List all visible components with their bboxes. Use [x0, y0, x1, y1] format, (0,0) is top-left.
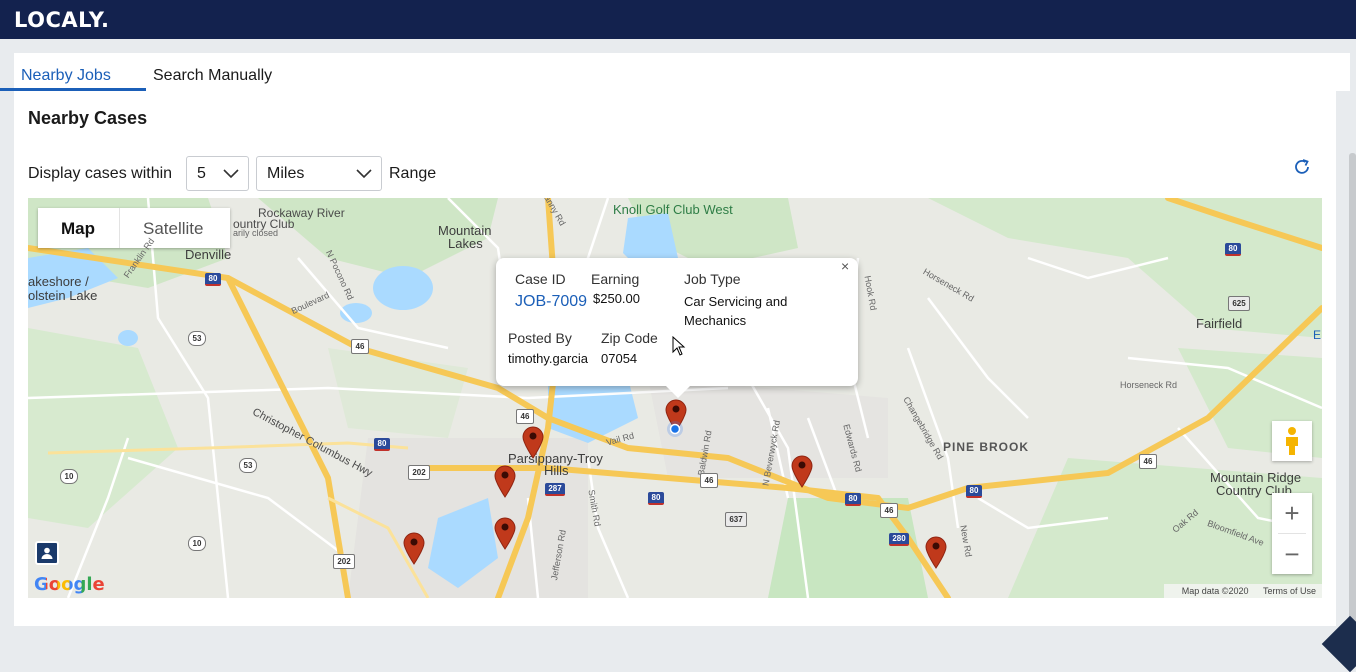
state-route-shield: 10: [188, 536, 206, 551]
us-route-shield: 46: [880, 503, 898, 518]
map-type-satellite-button[interactable]: Satellite: [143, 219, 203, 239]
map-label-fairfield: Fairfield: [1196, 316, 1243, 331]
us-route-shield: 46: [351, 339, 369, 354]
us-route-shield: 46: [1139, 454, 1157, 469]
county-route-shield: 625: [1228, 296, 1250, 311]
chevron-down-icon: [223, 169, 239, 179]
case-pin[interactable]: [521, 425, 545, 459]
main-panel: Nearby Jobs Search Manually Nearby Cases…: [0, 53, 1350, 626]
map-label-knoll-golf: Knoll Golf Club West: [613, 202, 733, 217]
refresh-icon[interactable]: [1292, 157, 1312, 177]
brand-logo: LOCALY.: [14, 8, 110, 32]
street-view-pegman[interactable]: [1272, 421, 1312, 461]
close-icon[interactable]: ×: [841, 259, 855, 273]
interstate-shield: 80: [845, 493, 861, 506]
map-label-temp-closed: arily closed: [233, 228, 279, 238]
map-label-mountain-lakes-2: Lakes: [448, 236, 483, 251]
interstate-shield: 80: [374, 438, 390, 451]
chevron-down-icon: [356, 169, 372, 179]
zip-code-value: 07054: [601, 351, 638, 366]
posted-by-label: Posted By: [508, 330, 572, 346]
pegman-icon: [1286, 427, 1298, 455]
job-type-label: Job Type: [684, 271, 741, 287]
case-pin[interactable]: [924, 535, 948, 569]
tab-strip: Nearby Jobs Search Manually: [0, 53, 1350, 91]
state-route-shield: 10: [60, 469, 78, 484]
posted-by-value: timothy.garcia: [508, 351, 588, 366]
county-route-shield: 637: [725, 512, 747, 527]
case-pin[interactable]: [493, 516, 517, 550]
terms-of-use-link[interactable]: Terms of Use: [1263, 586, 1316, 596]
account-button[interactable]: [35, 541, 59, 565]
person-icon: [41, 547, 53, 559]
us-route-shield: 202: [408, 465, 430, 480]
top-bar: LOCALY.: [0, 0, 1356, 39]
zoom-in-button[interactable]: +: [1272, 493, 1312, 533]
map-label-pine-brook: PINE BROOK: [943, 440, 1030, 454]
interstate-shield: 280: [889, 533, 909, 546]
distance-value: 5: [197, 165, 206, 182]
section-title: Nearby Cases: [28, 108, 148, 128]
zip-code-label: Zip Code: [601, 330, 658, 346]
current-location-icon: [667, 421, 683, 437]
state-route-shield: 53: [188, 331, 206, 346]
active-tab-indicator: [0, 88, 146, 91]
distance-select[interactable]: 5: [186, 156, 249, 191]
range-label: Range: [389, 165, 437, 182]
interstate-shield: 287: [545, 483, 565, 496]
earning-label: Earning: [591, 271, 640, 287]
map-label-e: E: [1313, 328, 1322, 342]
interstate-shield: 80: [1225, 243, 1241, 256]
filter-label: Display cases within: [28, 165, 173, 182]
unit-value: Miles: [267, 165, 305, 182]
unit-select[interactable]: Miles: [256, 156, 382, 191]
interstate-shield: 80: [205, 273, 221, 286]
tab-nearby-jobs[interactable]: Nearby Jobs: [21, 67, 111, 85]
map-type-control: Map Satellite: [38, 208, 230, 248]
case-pin[interactable]: [402, 531, 426, 565]
tab-search-manually[interactable]: Search Manually: [153, 67, 272, 85]
job-type-value-line2: Mechanics: [684, 313, 747, 328]
earning-value: $250.00: [593, 291, 640, 306]
google-logo: Google: [34, 574, 105, 595]
us-route-shield: 46: [700, 473, 718, 488]
mouse-cursor-icon: [672, 336, 686, 356]
zoom-out-button[interactable]: −: [1272, 534, 1312, 574]
interstate-shield: 80: [966, 485, 982, 498]
case-pin[interactable]: [790, 454, 814, 488]
map-label-lakeshore-1: akeshore /: [28, 274, 89, 289]
map-label-denville: Denville: [185, 247, 232, 262]
map-attribution: Map data ©2020 Terms of Use: [1163, 584, 1322, 598]
map-type-map-button[interactable]: Map: [61, 219, 95, 239]
google-logo-text: Google: [34, 574, 105, 595]
map-label-horseneck-rd-2: Horseneck Rd: [1120, 380, 1178, 390]
case-id-link[interactable]: JOB-7009: [515, 293, 587, 311]
case-info-popup: Case ID JOB-7009 Earning $250.00 Job Typ…: [496, 258, 858, 398]
page-scrollbar[interactable]: [1349, 153, 1356, 633]
map-view[interactable]: Map Satellite Denville Rockaway River ou…: [28, 198, 1322, 598]
divider: [119, 208, 120, 248]
job-type-value-line1: Car Servicing and: [684, 294, 788, 309]
case-pin[interactable]: [493, 464, 517, 498]
zoom-control: + −: [1272, 493, 1312, 574]
interstate-shield: 80: [648, 492, 664, 505]
state-route-shield: 53: [239, 458, 257, 473]
case-id-label: Case ID: [515, 271, 566, 287]
us-route-shield: 202: [333, 554, 355, 569]
map-label-lakeshore-2: olstein Lake: [28, 288, 98, 303]
map-label-parsippany-2: Hills: [544, 463, 569, 478]
map-data-text: Map data ©2020: [1181, 586, 1249, 596]
us-route-shield: 46: [516, 409, 534, 424]
